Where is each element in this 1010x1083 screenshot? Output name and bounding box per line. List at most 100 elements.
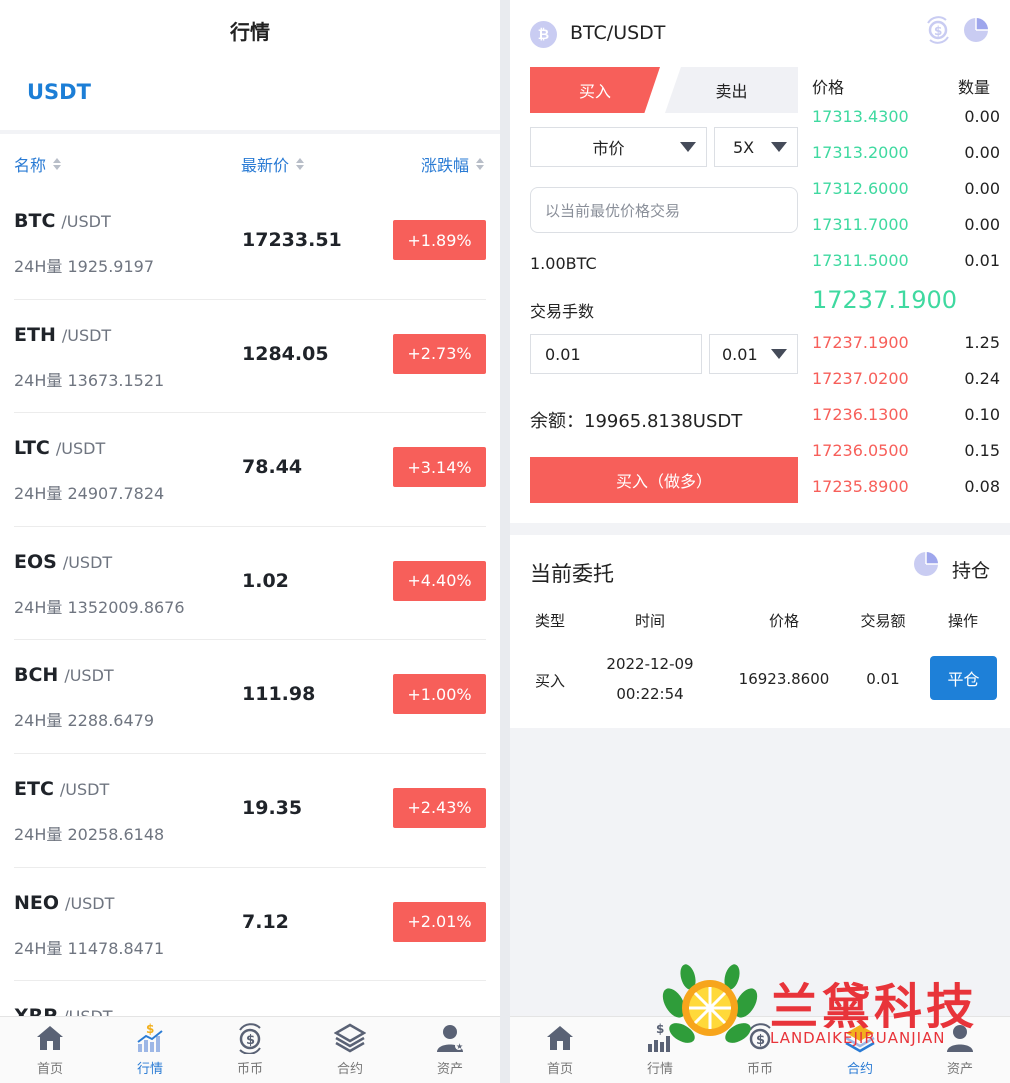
symbol: LTC <box>14 437 50 460</box>
order-price: 16923.8600 <box>738 670 830 688</box>
symbol: BTC <box>14 210 56 232</box>
order-type: 买入 <box>534 672 565 690</box>
contract-trade-screen: ₿ BTC/USDT $ 买入 卖出 市价 5X 以当前最优价格交易 1.00B… <box>510 0 1010 1083</box>
ask-qty: 0.01 <box>964 250 1000 270</box>
ask-row[interactable]: 17312.6000 0.00 <box>812 170 1000 206</box>
tab-assets[interactable]: ★ 资产 <box>400 1017 500 1083</box>
positions-link[interactable]: 持仓 <box>952 556 990 583</box>
last-price: 19.35 <box>242 796 303 819</box>
pie-chart-icon[interactable] <box>912 550 940 578</box>
bid-qty: 0.10 <box>964 404 1000 424</box>
tab-label: 币币 <box>236 1062 263 1077</box>
bid-price: 17236.0500 <box>812 440 909 460</box>
tab-label: 资产 <box>436 1062 463 1077</box>
bid-qty: 0.24 <box>964 368 1000 388</box>
market-row-bch[interactable]: BCH/USDT 24H量 2288.6479 111.98 +1.00% <box>0 640 500 754</box>
orderbook-price-header: 价格 <box>812 78 845 97</box>
change-badge: +2.73% <box>393 333 486 374</box>
tab-market[interactable]: $ 行情 <box>100 1017 200 1083</box>
orderbook-qty-header: 数量 <box>958 78 991 97</box>
col-price: 价格 <box>768 612 799 630</box>
bid-row[interactable]: 17236.0500 0.15 <box>812 432 1000 468</box>
ask-row[interactable]: 17311.5000 0.01 <box>812 242 1000 278</box>
change-badge: +2.43% <box>393 787 486 828</box>
bottom-tab-bar: 首页 $ 行情 $ 币币 合约 ★ 资产 <box>0 1016 500 1083</box>
tab-contract[interactable]: 合约 <box>300 1017 400 1083</box>
tab-label: 合约 <box>336 1062 363 1077</box>
sort-by-change[interactable]: 涨跌幅 <box>421 152 485 176</box>
tab-spot[interactable]: $ 币币 <box>200 1017 300 1083</box>
lots-input[interactable]: 0.01 <box>530 334 702 374</box>
ask-row[interactable]: 17311.7000 0.00 <box>812 206 1000 242</box>
user-icon: ★ <box>437 1025 463 1052</box>
sort-icon <box>52 157 62 171</box>
sort-by-price[interactable]: 最新价 <box>241 152 305 176</box>
bid-row[interactable]: 17237.0200 0.24 <box>812 360 1000 396</box>
ask-qty: 0.00 <box>964 178 1000 198</box>
ask-row[interactable]: 17313.4300 0.00 <box>812 98 1000 134</box>
market-row-eos[interactable]: EOS/USDT 24H量 1352009.8676 1.02 +4.40% <box>0 527 500 641</box>
lots-step-select[interactable]: 0.01 <box>709 334 798 374</box>
tab-label: 合约 <box>846 1062 873 1077</box>
ask-row[interactable]: 17313.2000 0.00 <box>812 134 1000 170</box>
order-date: 2022-12-09 <box>606 655 694 673</box>
leverage-select[interactable]: 5X <box>714 127 798 167</box>
symbol: EOS <box>14 550 57 573</box>
sell-tab[interactable]: 卖出 <box>665 67 798 113</box>
volume-24h: 24H量 1925.9197 <box>14 257 155 276</box>
tab-label: 首页 <box>36 1062 63 1077</box>
ask-price: 17313.4300 <box>812 106 909 126</box>
quote-currency: /USDT <box>61 325 112 345</box>
bid-row[interactable]: 17237.1900 1.25 <box>812 324 1000 360</box>
amount-btc: 1.00BTC <box>530 254 597 273</box>
bid-row[interactable]: 17235.8900 0.08 <box>812 468 1000 504</box>
coin-exchange-icon[interactable]: $ <box>924 16 952 44</box>
sort-icon <box>295 157 305 171</box>
volume-24h: 24H量 1352009.8676 <box>14 597 185 617</box>
market-row-btc[interactable]: BTC/USDT 24H量 1925.9197 17233.51 +1.89% <box>0 186 500 300</box>
col-time: 时间 <box>634 612 665 630</box>
volume-24h: 24H量 24907.7824 <box>14 484 165 504</box>
order-type-value: 市价 <box>592 139 625 158</box>
col-amount: 交易额 <box>860 612 906 630</box>
sort-icon <box>475 157 485 171</box>
balance: 余额：19965.8138USDT <box>530 411 743 432</box>
price-input[interactable]: 以当前最优价格交易 <box>530 187 798 233</box>
price-header: 最新价 <box>241 156 290 175</box>
chart-icon: $ <box>137 1022 163 1052</box>
trading-pair[interactable]: BTC/USDT <box>570 22 665 44</box>
bid-row[interactable]: 17236.1300 0.10 <box>812 396 1000 432</box>
change-badge: +1.00% <box>393 674 486 715</box>
volume-24h: 24H量 11478.8471 <box>14 938 165 958</box>
name-header: 名称 <box>14 156 47 175</box>
ask-price: 17312.6000 <box>812 178 909 198</box>
tab-usdt[interactable]: USDT <box>27 80 91 104</box>
market-row-neo[interactable]: NEO/USDT 24H量 11478.8471 7.12 +2.01% <box>0 868 500 982</box>
tab-home[interactable]: 首页 <box>510 1017 610 1083</box>
market-row-eth[interactable]: ETH/USDT 24H量 13673.1521 1284.05 +2.73% <box>0 300 500 414</box>
page-title: 行情 <box>230 20 270 44</box>
pie-chart-icon[interactable] <box>962 16 990 44</box>
last-price: 111.98 <box>242 683 316 706</box>
close-position-button[interactable]: 平仓 <box>930 656 997 700</box>
buy-long-button[interactable]: 买入（做多） <box>530 457 798 503</box>
change-badge: +2.01% <box>393 901 486 942</box>
svg-text:$: $ <box>934 24 942 38</box>
volume-24h: 24H量 13673.1521 <box>14 370 165 390</box>
tab-label: 行情 <box>136 1062 163 1077</box>
svg-text:★: ★ <box>456 1042 463 1051</box>
watermark-subtitle: LANDAIKEJIRUANJIAN <box>770 1029 946 1047</box>
tab-home[interactable]: 首页 <box>0 1017 100 1083</box>
quote-currency: /USDT <box>62 552 113 572</box>
bid-price: 17236.1300 <box>812 404 909 424</box>
bitcoin-icon: ₿ <box>530 21 557 48</box>
order-type-select[interactable]: 市价 <box>530 127 707 167</box>
market-row-ltc[interactable]: LTC/USDT 24H量 24907.7824 78.44 +3.14% <box>0 413 500 527</box>
watermark-logo-icon <box>662 964 758 1043</box>
market-row-etc[interactable]: ETC/USDT 24H量 20258.6148 19.35 +2.43% <box>0 754 500 868</box>
bid-qty: 0.08 <box>964 476 1000 496</box>
tab-label: 币币 <box>746 1062 773 1077</box>
buy-tab[interactable]: 买入 <box>530 67 660 113</box>
change-badge: +4.40% <box>393 560 486 601</box>
sort-by-name[interactable]: 名称 <box>14 152 62 176</box>
